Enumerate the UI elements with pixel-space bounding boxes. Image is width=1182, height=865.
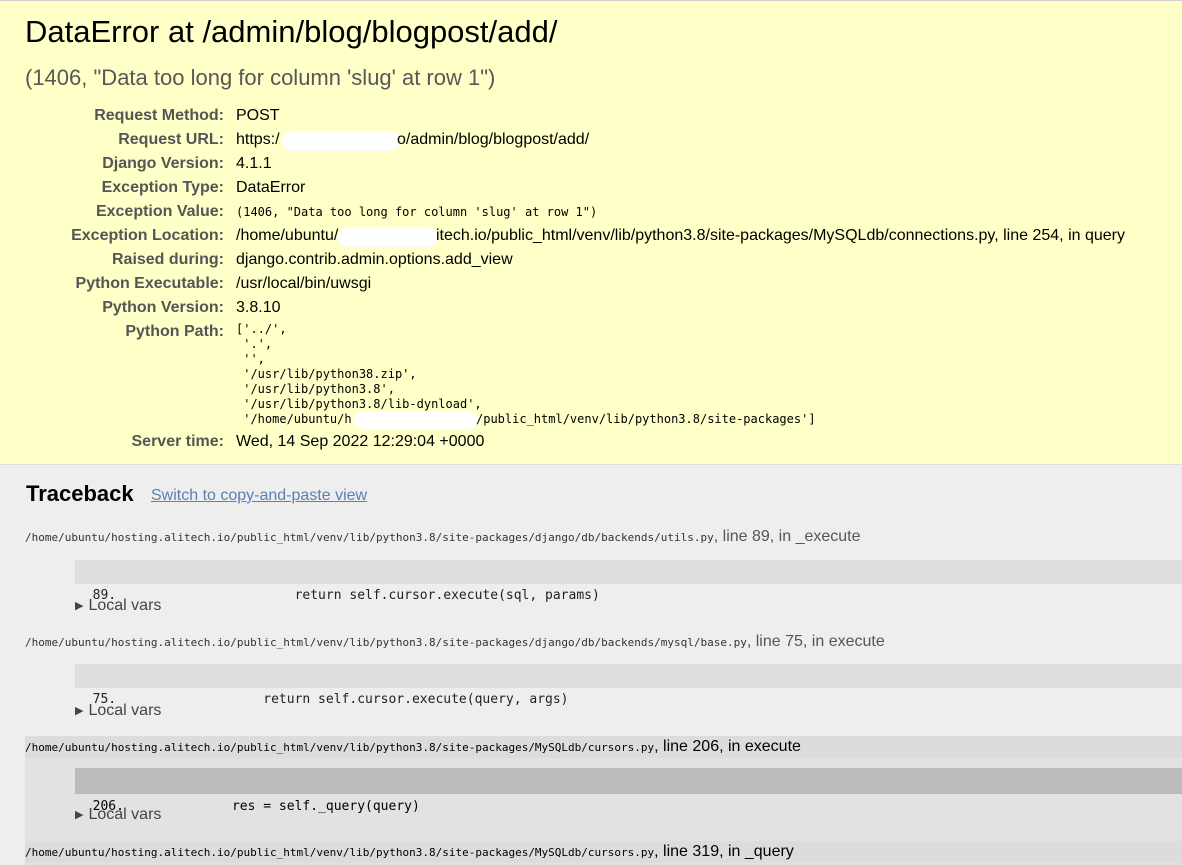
request-method-value: POST <box>236 107 280 124</box>
meta-row-request-url: Request URL: https:/ o/admin/blog/blogpo… <box>0 128 1182 152</box>
exception-message: (1406, "Data too long for column 'slug' … <box>25 65 496 90</box>
meta-row-raised-during: Raised during: django.contrib.admin.opti… <box>0 248 1182 272</box>
local-vars-toggle[interactable]: ▶ Local vars <box>75 702 161 720</box>
redaction-mark <box>338 227 438 247</box>
meta-row-exception-location: Exception Location: /home/ubuntu/ itech.… <box>0 224 1182 248</box>
python-path-line: ['../', <box>236 322 287 336</box>
python-version-value: 3.8.10 <box>236 299 281 316</box>
frame-file-header: /home/ubuntu/hosting.alitech.io/public_h… <box>25 631 1182 653</box>
python-version-label: Python Version: <box>102 299 224 316</box>
meta-row-server-time: Server time: Wed, 14 Sep 2022 12:29:04 +… <box>0 430 1182 454</box>
meta-row-python-path: Python Path: <box>0 320 1182 344</box>
request-method-label: Request Method: <box>94 107 224 124</box>
python-path-line: '/home/ubuntu/h/public_html/venv/lib/pyt… <box>236 411 816 429</box>
redaction-mark <box>354 411 478 429</box>
frame-context-line[interactable]: 89. return self.cursor.execute(sql, para… <box>75 560 1182 603</box>
code-text: return self.cursor.execute(query, args) <box>200 692 569 707</box>
code-text: res = self._query(query) <box>200 799 420 814</box>
error-summary: DataError at /admin/blog/blogpost/add/ (… <box>0 0 1182 465</box>
meta-row-python-version: Python Version: 3.8.10 <box>0 296 1182 320</box>
python-path-line: '.', <box>236 337 273 351</box>
frame-line-info: , line 89, in _execute <box>713 528 861 545</box>
django-version-label: Django Version: <box>102 155 224 172</box>
python-path-line: '/usr/lib/python3.8', <box>236 382 395 396</box>
exception-type-label: Exception Type: <box>101 179 224 196</box>
frame-file-header: /home/ubuntu/hosting.alitech.io/public_h… <box>25 841 1182 863</box>
triangle-right-icon: ▶ <box>75 705 84 717</box>
frame-line-info: , line 319, in _query <box>654 843 794 860</box>
redaction-mark <box>282 131 400 151</box>
local-vars-label: Local vars <box>88 702 162 719</box>
python-path-line: '/usr/lib/python3.8/lib-dynload', <box>236 397 482 411</box>
exception-value-label: Exception Value: <box>95 203 224 220</box>
traceback-title: Traceback <box>26 481 134 506</box>
meta-row-exception-type: Exception Type: DataError <box>0 176 1182 200</box>
raised-during-value: django.contrib.admin.options.add_view <box>236 251 513 268</box>
python-path-line: '/usr/lib/python38.zip', <box>236 367 417 381</box>
meta-row-django-version: Django Version: 4.1.1 <box>0 152 1182 176</box>
frame-file-path: /home/ubuntu/hosting.alitech.io/public_h… <box>25 531 714 544</box>
local-vars-toggle[interactable]: ▶ Local vars <box>75 806 161 824</box>
triangle-right-icon: ▶ <box>75 600 84 612</box>
raised-during-label: Raised during: <box>111 251 224 268</box>
frame-file-header: /home/ubuntu/hosting.alitech.io/public_h… <box>25 736 1182 758</box>
meta-row-python-executable: Python Executable: /usr/local/bin/uwsgi <box>0 272 1182 296</box>
meta-row-request-method: Request Method: POST <box>0 104 1182 128</box>
frame-context-line[interactable]: 206. res = self._query(query) <box>75 768 1182 814</box>
server-time-value: Wed, 14 Sep 2022 12:29:04 +0000 <box>236 433 485 450</box>
exception-value-value: (1406, "Data too long for column 'slug' … <box>236 205 598 219</box>
local-vars-toggle[interactable]: ▶ Local vars <box>75 597 161 615</box>
django-version-value: 4.1.1 <box>236 155 272 172</box>
request-url-label: Request URL: <box>118 131 224 148</box>
frame-line-info: , line 206, in execute <box>654 738 801 755</box>
frame-context-line[interactable]: 75. return self.cursor.execute(query, ar… <box>75 664 1182 707</box>
frame-file-header: /home/ubuntu/hosting.alitech.io/public_h… <box>25 526 1182 548</box>
python-executable-label: Python Executable: <box>75 275 224 292</box>
exception-location-value-end: itech.io/public_html/venv/lib/python3.8/… <box>436 227 1125 244</box>
exception-location-value-start: /home/ubuntu/ <box>236 227 339 244</box>
python-path-line: '', <box>236 352 265 366</box>
server-time-label: Server time: <box>131 433 225 450</box>
code-text: return self.cursor.execute(sql, params) <box>200 588 600 603</box>
page-title: DataError at /admin/blog/blogpost/add/ <box>25 14 558 49</box>
local-vars-label: Local vars <box>88 806 162 823</box>
python-executable-value: /usr/local/bin/uwsgi <box>236 275 372 292</box>
local-vars-label: Local vars <box>88 597 162 614</box>
python-path-line-end: /public_html/venv/lib/python3.8/site-pac… <box>476 412 816 426</box>
exception-location-label: Exception Location: <box>71 227 224 244</box>
triangle-right-icon: ▶ <box>75 809 84 821</box>
python-path-value: ['../', '.', '', '/usr/lib/python38.zip'… <box>236 322 816 429</box>
frame-file-path: /home/ubuntu/hosting.alitech.io/public_h… <box>25 636 747 649</box>
python-path-line-start: '/home/ubuntu/h <box>236 412 352 426</box>
python-path-label: Python Path: <box>125 323 224 340</box>
copy-paste-view-link[interactable]: Switch to copy-and-paste view <box>151 487 367 505</box>
meta-row-exception-value: Exception Value: (1406, "Data too long f… <box>0 200 1182 224</box>
frame-file-path: /home/ubuntu/hosting.alitech.io/public_h… <box>25 846 655 859</box>
frame-file-path: /home/ubuntu/hosting.alitech.io/public_h… <box>25 741 655 754</box>
request-url-value-end: o/admin/blog/blogpost/add/ <box>397 131 590 148</box>
frame-line-info: , line 75, in execute <box>746 633 885 650</box>
request-url-value-start: https:/ <box>236 131 280 148</box>
exception-type-value: DataError <box>236 179 306 196</box>
